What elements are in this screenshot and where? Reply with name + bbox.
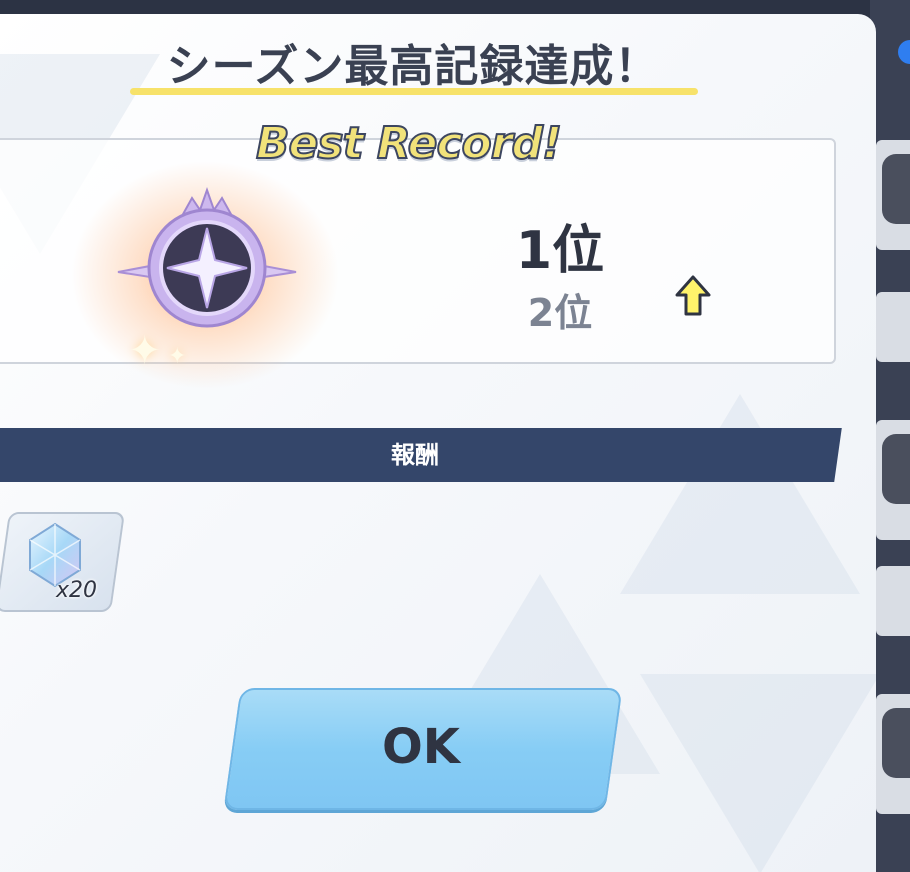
rank-emblem-icon (117, 186, 297, 328)
title-underline (130, 88, 698, 95)
reward-item-count: x20 (56, 578, 98, 603)
up-arrow-icon (675, 275, 711, 316)
sparkle-icon: ✦ (128, 328, 162, 374)
sparkle-icon: ✦ (168, 344, 187, 369)
new-rank: 1位 (515, 221, 605, 281)
decor-triangle (640, 674, 876, 872)
dialog-title: シーズン最高記録達成！ (166, 41, 660, 92)
background-card (876, 140, 910, 250)
background-card (876, 566, 910, 636)
background-card (876, 694, 910, 814)
background-card (876, 420, 910, 540)
previous-rank: 2位 (527, 291, 593, 335)
best-record-banner: Best Record! (255, 117, 563, 170)
reward-header-label: 報酬 (391, 441, 439, 469)
background-card (876, 292, 910, 362)
decor-triangle (620, 394, 860, 594)
ok-button[interactable] (223, 688, 623, 810)
